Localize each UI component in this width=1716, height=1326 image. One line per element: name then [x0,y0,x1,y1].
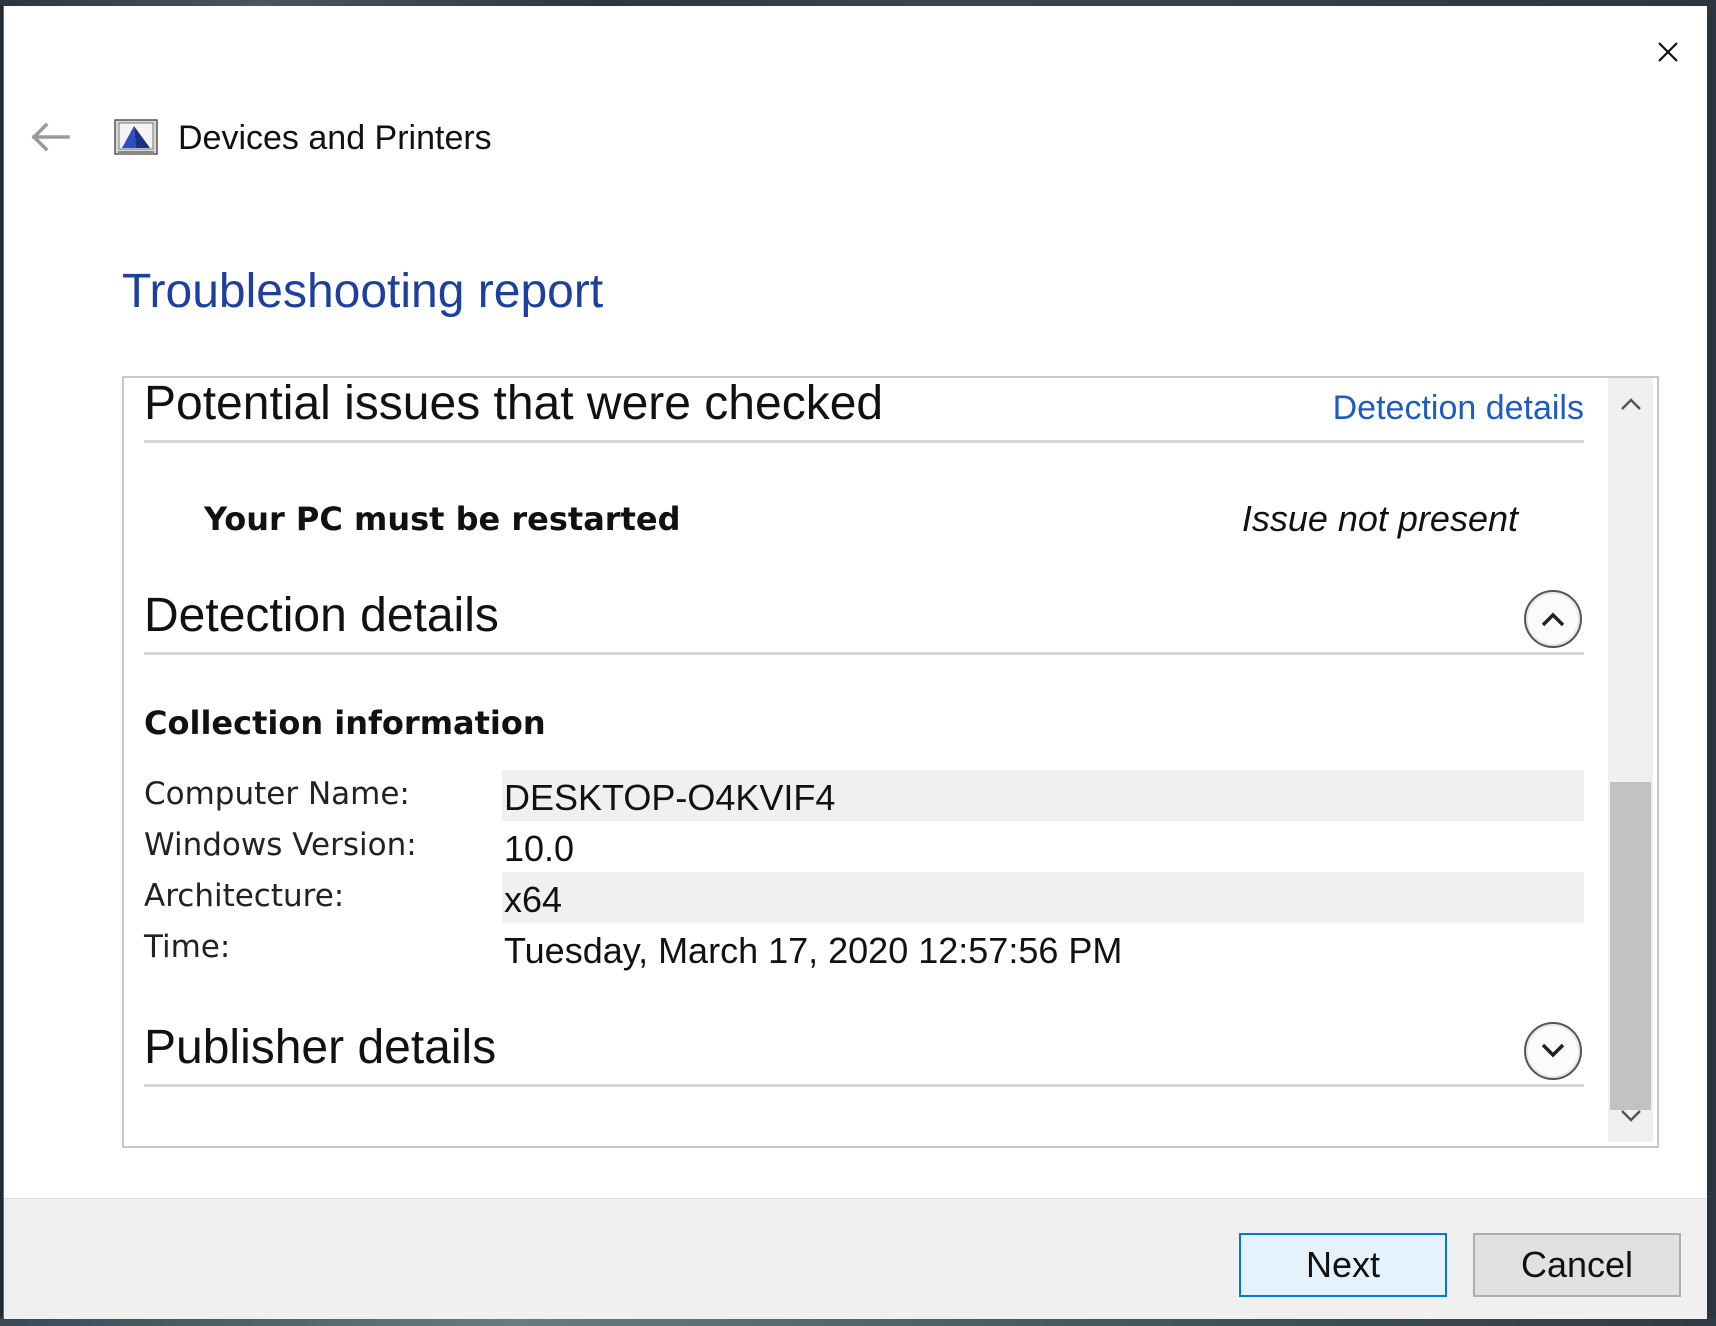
info-value: DESKTOP-O4KVIF4 [502,770,1584,821]
publisher-details-heading: Publisher details [144,1021,497,1074]
devices-and-printers-icon [114,118,158,158]
detection-details-header: Detection details [144,588,1584,655]
info-label: Time: [144,929,231,965]
back-button[interactable] [22,114,78,160]
next-button[interactable]: Next [1239,1233,1447,1297]
back-arrow-icon [31,122,70,152]
issue-name: Your PC must be restarted [204,500,681,538]
info-row-architecture: Architecture: x64 [144,872,1584,923]
info-value: 10.0 [504,828,575,869]
troubleshooter-window: Devices and Printers Troubleshooting rep… [3,6,1707,1319]
vertical-scrollbar[interactable] [1608,378,1653,1142]
collection-information-heading: Collection information [144,704,546,742]
info-label: Computer Name: [144,776,410,812]
desktop-background-bottom [0,1318,1716,1326]
page-title: Troubleshooting report [122,265,604,318]
desktop-background-right [1706,0,1716,1326]
report-scroll-panel[interactable]: Potential issues that were checked Detec… [122,376,1659,1148]
publisher-details-header: Publisher details [144,1020,1584,1087]
info-value: Tuesday, March 17, 2020 12:57:56 PM [504,930,1123,971]
info-row-time: Time: Tuesday, March 17, 2020 12:57:56 P… [144,923,1584,974]
issues-checked-header: Potential issues that were checked Detec… [144,377,1584,443]
window-title: Devices and Printers [178,119,492,157]
detection-details-link[interactable]: Detection details [1333,388,1584,428]
issue-status: Issue not present [1241,498,1518,539]
info-value: x64 [502,872,1584,923]
expand-publisher-button[interactable] [1524,1022,1582,1080]
footer-bar: Next Cancel [4,1198,1707,1319]
scroll-thumb[interactable] [1610,782,1651,1110]
close-icon [1658,42,1678,62]
cancel-button[interactable]: Cancel [1473,1233,1681,1297]
chevron-down-icon [1541,1043,1565,1058]
detection-details-heading: Detection details [144,589,499,642]
info-row-computer-name: Computer Name: DESKTOP-O4KVIF4 [144,770,1584,821]
close-button[interactable] [1638,30,1698,74]
collapse-detection-button[interactable] [1524,590,1582,648]
info-row-windows-version: Windows Version: 10.0 [144,821,1584,872]
scroll-down-arrow-icon [1620,1110,1641,1122]
scroll-down-button[interactable] [1608,1094,1653,1138]
collection-info-table: Computer Name: DESKTOP-O4KVIF4 Windows V… [144,770,1584,974]
info-label: Architecture: [144,878,345,914]
issue-row: Your PC must be restarted Issue not pres… [144,496,1584,546]
chevron-up-icon [1541,612,1565,627]
report-content: Potential issues that were checked Detec… [144,378,1584,1142]
issues-checked-heading: Potential issues that were checked [144,377,884,430]
info-label: Windows Version: [144,827,417,863]
scroll-up-button[interactable] [1608,382,1653,426]
scroll-up-arrow-icon [1620,398,1641,410]
